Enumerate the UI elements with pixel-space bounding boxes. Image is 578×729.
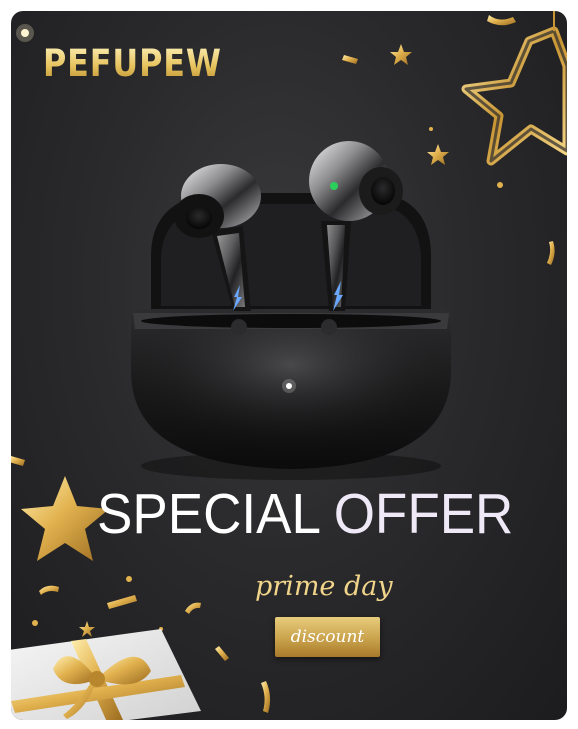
headline-word-1: SPECIAL xyxy=(97,482,319,546)
star-icon xyxy=(79,621,95,637)
brand-logo: PEFUPEW xyxy=(43,42,222,85)
discount-label: discount xyxy=(290,627,365,647)
discount-badge: discount xyxy=(275,617,380,657)
ad-artwork xyxy=(11,11,567,720)
prime-day-text: prime day xyxy=(255,571,393,602)
star-icon xyxy=(390,44,412,65)
headline-word-2: OFFER xyxy=(333,482,514,546)
star-icon xyxy=(461,11,567,166)
special-offer-headline: SPECIAL OFFER xyxy=(97,481,513,547)
star-icon xyxy=(21,476,109,561)
earbuds-image xyxy=(131,141,451,480)
product-ad-card[interactable]: PEFUPEW SPECIAL OFFER prime day discount xyxy=(11,11,567,720)
star-icon xyxy=(427,144,449,165)
gift-box-icon xyxy=(11,629,201,720)
